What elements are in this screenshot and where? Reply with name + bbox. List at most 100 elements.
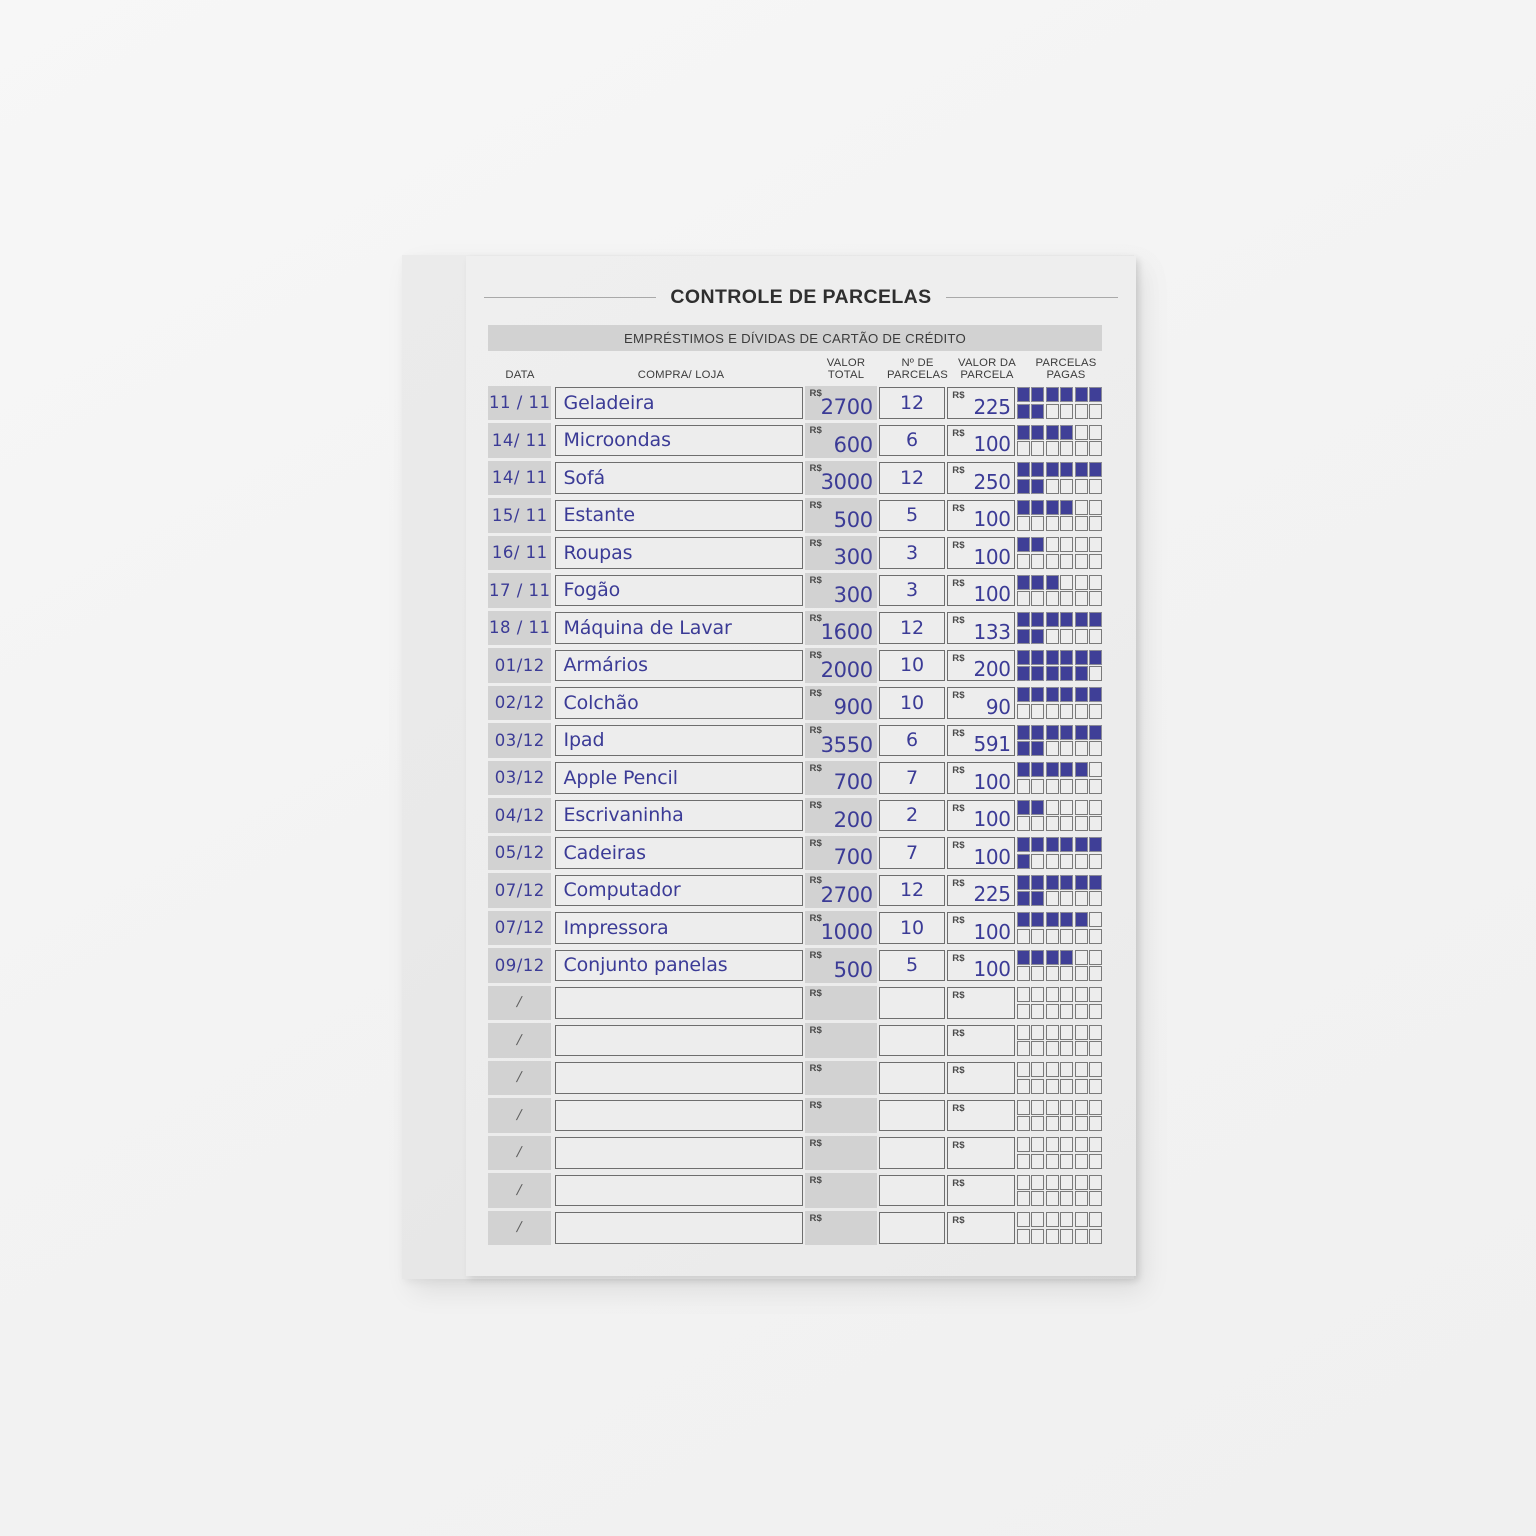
parcela-paga-checkbox[interactable] [1074,874,1088,890]
parcela-paga-checkbox[interactable] [1016,816,1030,831]
parcela-paga-checkbox[interactable] [1045,949,1059,965]
cell-store[interactable] [555,1137,804,1169]
parcela-paga-checkbox[interactable] [1031,1137,1045,1152]
parcela-paga-checkbox[interactable] [1045,1137,1059,1152]
cell-valor-parcela[interactable]: R$ 100 [947,912,1015,944]
parcela-paga-checkbox[interactable] [1074,628,1088,644]
parcela-paga-checkbox[interactable] [1074,1228,1088,1244]
parcela-paga-checkbox[interactable] [1045,891,1059,906]
cell-valor-parcela[interactable]: R$ 225 [947,874,1015,906]
parcela-paga-checkbox[interactable] [1031,724,1045,740]
parcela-paga-checkbox[interactable] [1060,799,1074,815]
parcela-paga-checkbox[interactable] [1060,687,1074,702]
cell-store[interactable]: Apple Pencil [555,762,804,794]
parcela-paga-checkbox[interactable] [1045,1041,1059,1056]
parcela-paga-checkbox[interactable] [1045,853,1059,869]
parcela-paga-checkbox[interactable] [1060,874,1074,890]
parcela-paga-checkbox[interactable] [1031,762,1045,777]
cell-numero-parcelas[interactable]: 12 [878,387,946,419]
cell-numero-parcelas[interactable]: 3 [878,574,946,606]
parcela-paga-checkbox[interactable] [1074,1174,1088,1190]
parcela-paga-checkbox[interactable] [1045,591,1059,606]
parcela-paga-checkbox[interactable] [1031,666,1045,681]
cell-valor-total[interactable]: R$ 3550 [805,723,877,758]
cell-numero-parcelas[interactable]: 7 [878,837,946,869]
parcela-paga-checkbox[interactable] [1074,574,1088,590]
parcela-paga-checkbox[interactable] [1031,499,1045,515]
parcela-paga-checkbox[interactable] [1089,853,1102,869]
cell-valor-parcela[interactable]: R$ 100 [947,537,1015,569]
parcela-paga-checkbox[interactable] [1074,1062,1088,1077]
parcela-paga-checkbox[interactable] [1031,874,1045,890]
parcela-paga-checkbox[interactable] [1031,649,1045,665]
cell-valor-total[interactable]: R$ 900 [805,685,877,720]
parcela-paga-checkbox[interactable] [1089,1041,1102,1056]
parcela-paga-checkbox[interactable] [1089,478,1102,494]
parcela-paga-checkbox[interactable] [1089,799,1102,815]
parcela-paga-checkbox[interactable] [1060,1212,1074,1227]
parcela-paga-checkbox[interactable] [1060,724,1074,740]
parcela-paga-checkbox[interactable] [1045,553,1059,569]
cell-store[interactable]: Estante [555,499,804,531]
cell-valor-total[interactable]: R$ [805,985,877,1020]
parcela-paga-checkbox[interactable] [1016,403,1030,419]
cell-store[interactable] [555,987,804,1019]
parcela-paga-checkbox[interactable] [1016,949,1030,965]
parcela-paga-checkbox[interactable] [1089,1116,1102,1131]
parcela-paga-checkbox[interactable] [1074,499,1088,515]
parcela-paga-checkbox[interactable] [1074,403,1088,419]
parcela-paga-checkbox[interactable] [1060,649,1074,665]
parcela-paga-checkbox[interactable] [1045,516,1059,531]
parcela-paga-checkbox[interactable] [1074,891,1088,906]
parcela-paga-checkbox[interactable] [1031,1116,1045,1131]
parcela-paga-checkbox[interactable] [1089,966,1102,981]
cell-date[interactable]: 17 / 11 [488,573,552,608]
parcela-paga-checkbox[interactable] [1060,441,1074,456]
parcela-paga-checkbox[interactable] [1089,1212,1102,1227]
parcela-paga-checkbox[interactable] [1031,1191,1045,1206]
cell-numero-parcelas[interactable] [878,1174,946,1206]
cell-date[interactable]: 16/ 11 [488,535,552,570]
parcela-paga-checkbox[interactable] [1060,387,1074,402]
parcela-paga-checkbox[interactable] [1045,1003,1059,1019]
parcela-paga-checkbox[interactable] [1089,949,1102,965]
cell-date[interactable]: 01/12 [488,648,552,683]
cell-valor-parcela[interactable]: R$ 90 [947,687,1015,719]
cell-date[interactable]: / [488,1060,552,1095]
parcela-paga-checkbox[interactable] [1074,912,1088,927]
cell-date[interactable]: 07/12 [488,910,552,945]
cell-valor-total[interactable]: R$ 700 [805,835,877,870]
parcela-paga-checkbox[interactable] [1016,1228,1030,1244]
cell-valor-parcela[interactable]: R$ 100 [947,762,1015,794]
cell-numero-parcelas[interactable]: 10 [878,649,946,681]
parcela-paga-checkbox[interactable] [1089,1137,1102,1152]
parcela-paga-checkbox[interactable] [1089,387,1102,402]
parcela-paga-checkbox[interactable] [1016,703,1030,719]
parcela-paga-checkbox[interactable] [1089,649,1102,665]
parcela-paga-checkbox[interactable] [1089,666,1102,681]
parcela-paga-checkbox[interactable] [1060,1078,1074,1094]
parcela-paga-checkbox[interactable] [1016,1116,1030,1131]
parcela-paga-checkbox[interactable] [1060,837,1074,852]
cell-date[interactable]: 05/12 [488,835,552,870]
parcela-paga-checkbox[interactable] [1031,424,1045,440]
parcela-paga-checkbox[interactable] [1074,516,1088,531]
parcela-paga-checkbox[interactable] [1045,628,1059,644]
cell-valor-parcela[interactable]: R$ [947,1174,1015,1206]
cell-date[interactable]: 04/12 [488,798,552,833]
cell-numero-parcelas[interactable]: 6 [878,424,946,456]
parcela-paga-checkbox[interactable] [1031,987,1045,1002]
parcela-paga-checkbox[interactable] [1016,1041,1030,1056]
parcela-paga-checkbox[interactable] [1060,778,1074,794]
parcela-paga-checkbox[interactable] [1089,1003,1102,1019]
parcela-paga-checkbox[interactable] [1060,741,1074,756]
parcela-paga-checkbox[interactable] [1060,537,1074,552]
parcela-paga-checkbox[interactable] [1045,387,1059,402]
parcela-paga-checkbox[interactable] [1016,1191,1030,1206]
parcela-paga-checkbox[interactable] [1031,891,1045,906]
parcela-paga-checkbox[interactable] [1031,799,1045,815]
parcela-paga-checkbox[interactable] [1074,853,1088,869]
parcela-paga-checkbox[interactable] [1089,987,1102,1002]
parcela-paga-checkbox[interactable] [1060,987,1074,1002]
parcela-paga-checkbox[interactable] [1045,966,1059,981]
